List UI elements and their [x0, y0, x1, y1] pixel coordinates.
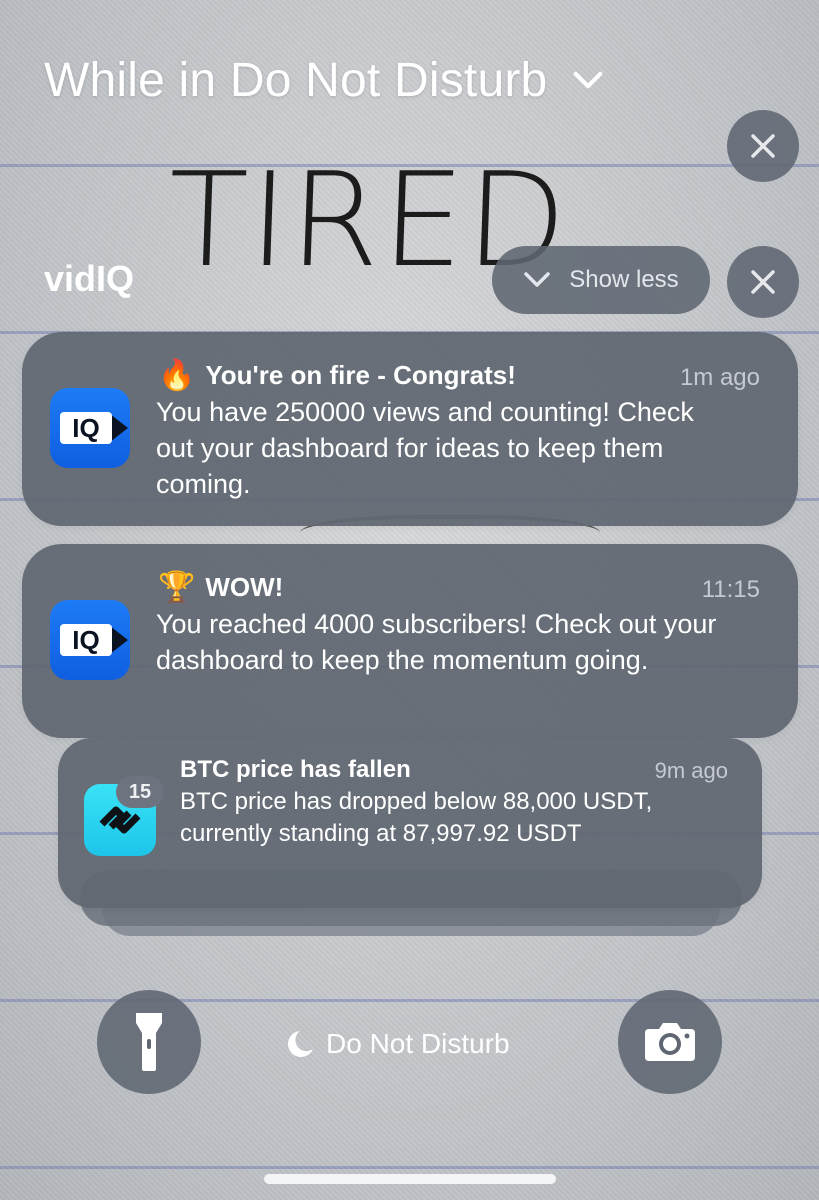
notification-body: BTC price has dropped below 88,000 USDT,… — [180, 788, 653, 847]
vidiq-app-icon: IQ — [50, 388, 130, 468]
dnd-header-title: While in Do Not Disturb — [44, 53, 548, 107]
chevron-down-icon[interactable] — [573, 65, 603, 95]
notification-card[interactable]: IQ 🔥 You're on fire - Congrats! 1m ago Y… — [22, 332, 798, 526]
dnd-header[interactable]: While in Do Not Disturb — [44, 48, 603, 112]
notification-time: 11:15 — [701, 576, 760, 603]
trophy-icon: 🏆 — [158, 570, 196, 604]
fire-icon: 🔥 — [158, 358, 196, 392]
moon-icon — [288, 1031, 313, 1057]
vidiq-logo-text: IQ — [72, 413, 99, 443]
notification-count-badge: 15 — [116, 776, 164, 808]
notification-title: You're on fire - Congrats! — [205, 360, 516, 390]
close-icon — [751, 270, 775, 294]
notification-body: You have 250000 views and counting! Chec… — [156, 397, 694, 499]
notification-title-row: 🏆 WOW! — [158, 572, 283, 603]
notification-title: BTC price has fallen — [180, 756, 411, 783]
vidiq-logo-text: IQ — [72, 625, 99, 655]
notification-time: 9m ago — [654, 758, 728, 783]
dnd-status[interactable]: Do Not Disturb — [286, 1024, 510, 1064]
show-less-button[interactable]: Show less — [492, 246, 710, 314]
show-less-label: Show less — [569, 266, 679, 293]
dnd-status-label: Do Not Disturb — [326, 1028, 510, 1059]
notification-body: You reached 4000 subscribers! Check out … — [156, 609, 717, 675]
notification-group-title: vidIQ — [44, 258, 135, 299]
notification-card[interactable]: IQ 🏆 WOW! 11:15 You reached 4000 subscri… — [22, 544, 798, 738]
clear-group-button[interactable] — [727, 246, 799, 318]
chevron-down-icon — [524, 272, 551, 287]
notification-title-row: 🔥 You're on fire - Congrats! — [158, 360, 516, 391]
notification-time: 1m ago — [679, 364, 760, 391]
camera-button[interactable] — [618, 990, 722, 1094]
camera-icon — [645, 1023, 695, 1061]
stacked-notification-card[interactable]: 15 BTC price has fallen 9m ago BTC price… — [58, 738, 762, 908]
home-indicator[interactable] — [264, 1174, 556, 1184]
clear-all-button[interactable] — [727, 110, 799, 182]
notification-title: WOW! — [205, 572, 284, 602]
flashlight-button[interactable] — [97, 990, 201, 1094]
flashlight-icon — [136, 1013, 162, 1071]
vidiq-app-icon: IQ — [50, 600, 130, 680]
close-icon — [751, 134, 775, 158]
